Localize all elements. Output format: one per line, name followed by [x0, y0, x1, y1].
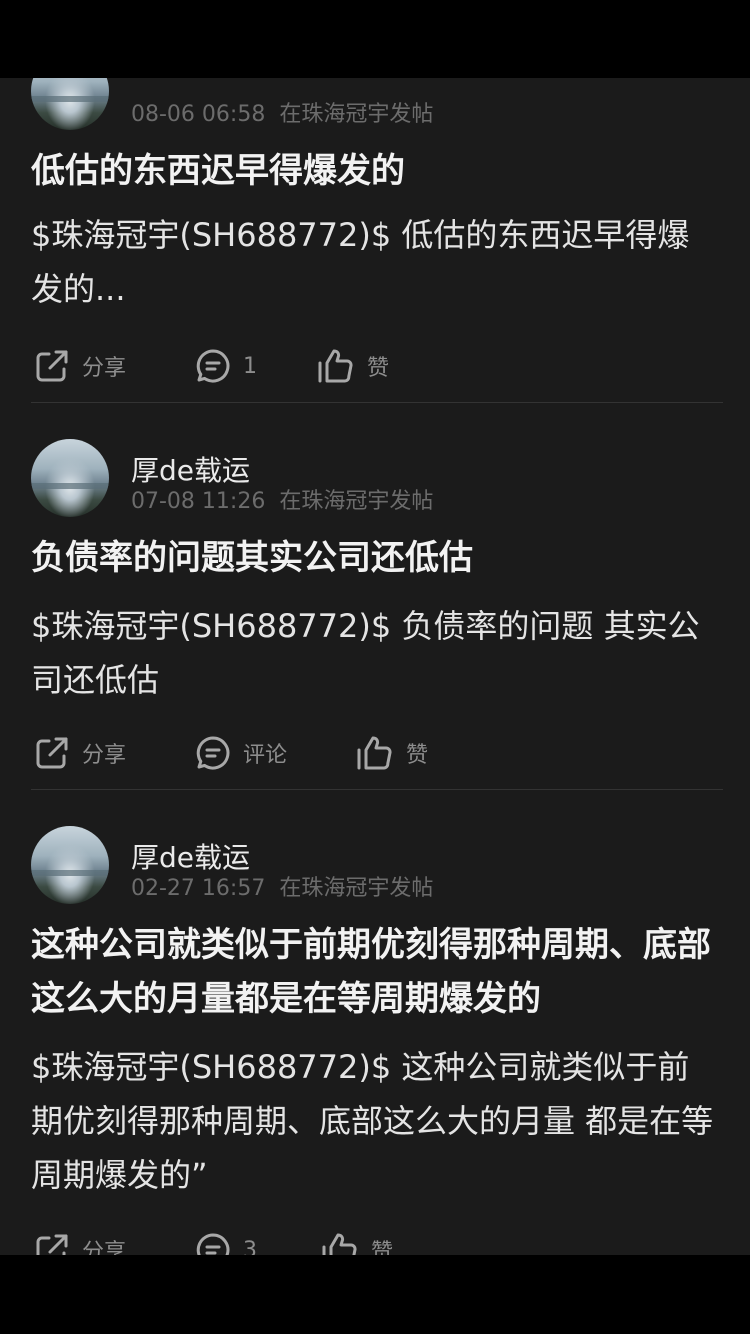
thumbs-up-icon: [356, 735, 394, 771]
avatar[interactable]: [31, 826, 109, 904]
comment-count: 3: [243, 1237, 257, 1256]
like-label: 赞: [367, 356, 390, 381]
post-feed[interactable]: 08-06 06:58 在珠海冠宇发帖 低估的东西迟早得爆发的 $珠海冠宇(SH6…: [0, 78, 750, 1255]
share-icon: [34, 735, 70, 771]
post-meta: 07-08 11:26 在珠海冠宇发帖: [131, 483, 433, 515]
thumbs-up-icon: [317, 348, 355, 384]
comment-icon: [195, 735, 231, 771]
share-label: 分享: [82, 1240, 127, 1255]
comment-button[interactable]: 评论: [195, 731, 287, 775]
share-button[interactable]: 分享: [34, 731, 126, 775]
like-button[interactable]: 赞: [356, 731, 428, 775]
post-body[interactable]: $珠海冠宇(SH688772)$ 这种公司就类似于前期优刻得那种周期、底部这么大…: [31, 1040, 721, 1202]
divider: [31, 402, 723, 403]
post-meta: 08-06 06:58 在珠海冠宇发帖: [131, 96, 433, 128]
thumbs-up-icon: [321, 1232, 359, 1255]
post-body[interactable]: $珠海冠宇(SH688772)$ 低估的东西迟早得爆发的...: [31, 208, 721, 316]
post-location[interactable]: 在珠海冠宇发帖: [279, 489, 433, 514]
like-button[interactable]: 赞: [321, 1228, 393, 1255]
divider: [31, 789, 723, 790]
comment-count: 1: [243, 353, 257, 379]
share-button[interactable]: 分享: [34, 1228, 126, 1255]
post-location[interactable]: 在珠海冠宇发帖: [279, 876, 433, 901]
post-time: 07-08 11:26: [131, 489, 266, 514]
like-label: 赞: [406, 743, 429, 768]
avatar[interactable]: [31, 78, 109, 130]
post-actions: 分享 1 赞: [31, 344, 721, 388]
post-time: 02-27 16:57: [131, 876, 266, 901]
comment-icon: [195, 348, 231, 384]
comment-label: 评论: [243, 743, 288, 768]
post-title[interactable]: 负债率的问题其实公司还低估: [31, 531, 721, 585]
post-actions: 分享 评论 赞: [31, 731, 721, 775]
post-time: 08-06 06:58: [131, 102, 266, 127]
share-icon: [34, 1232, 70, 1255]
share-icon: [34, 348, 70, 384]
avatar[interactable]: [31, 439, 109, 517]
comment-button[interactable]: 1: [195, 344, 257, 388]
comment-icon: [195, 1232, 231, 1255]
comment-button[interactable]: 3: [195, 1228, 257, 1255]
share-label: 分享: [82, 356, 127, 381]
post-actions: 分享 3 赞: [31, 1228, 721, 1255]
post-meta: 02-27 16:57 在珠海冠宇发帖: [131, 870, 433, 902]
like-label: 赞: [371, 1240, 394, 1255]
post-location[interactable]: 在珠海冠宇发帖: [279, 102, 433, 127]
post-body[interactable]: $珠海冠宇(SH688772)$ 负债率的问题 其实公司还低估: [31, 599, 721, 707]
share-button[interactable]: 分享: [34, 344, 126, 388]
post-title[interactable]: 这种公司就类似于前期优刻得那种周期、底部这么大的月量都是在等周期爆发的: [31, 918, 721, 1026]
share-label: 分享: [82, 743, 127, 768]
post-title[interactable]: 低估的东西迟早得爆发的: [31, 144, 721, 198]
like-button[interactable]: 赞: [317, 344, 389, 388]
